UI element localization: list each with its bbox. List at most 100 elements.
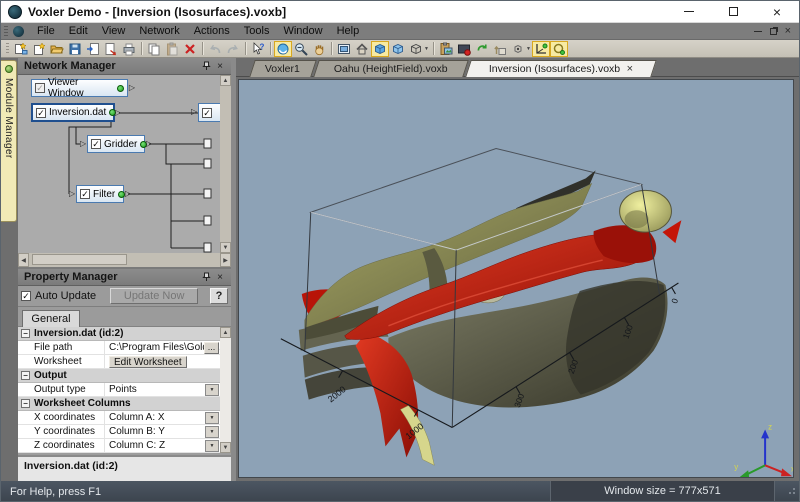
tab-voxler1[interactable]: Voxler1 <box>249 60 317 77</box>
maximize-button[interactable] <box>711 1 755 22</box>
chevron-down-icon[interactable]: ▼ <box>526 46 531 52</box>
scroll-down-button[interactable]: ▼ <box>220 442 231 453</box>
paste-button[interactable] <box>163 41 181 57</box>
tab-general[interactable]: General <box>22 310 80 327</box>
tab-close-icon[interactable]: × <box>627 65 633 74</box>
property-group[interactable]: − Inversion.dat (id:2) <box>18 327 231 341</box>
scroll-left-button[interactable]: ◀ <box>18 253 29 267</box>
property-value[interactable]: Column C: Z▼ <box>104 439 231 452</box>
scroll-down-button[interactable]: ▼ <box>220 242 231 253</box>
menu-edit[interactable]: Edit <box>62 23 95 39</box>
perspective-view-button[interactable] <box>371 41 389 57</box>
dropdown-icon[interactable]: ▼ <box>205 440 219 452</box>
menu-actions[interactable]: Actions <box>187 23 237 39</box>
toolbar-grip[interactable] <box>6 43 9 55</box>
pin-icon[interactable] <box>199 60 213 73</box>
export-button[interactable] <box>102 41 120 57</box>
output-port-icon[interactable]: ▷ <box>115 109 121 117</box>
horizontal-scrollbar[interactable] <box>29 253 220 267</box>
update-now-button[interactable]: Update Now <box>110 288 198 304</box>
pan-tool-button[interactable] <box>310 41 328 57</box>
input-port-icon[interactable]: ▷ <box>80 140 86 148</box>
zoom-extents-button[interactable] <box>335 41 353 57</box>
node-checkbox[interactable]: ✓ <box>36 108 46 118</box>
new-module-button[interactable] <box>30 41 48 57</box>
grid-scrollbar[interactable]: ▲ ▼ <box>220 327 231 453</box>
copy-image-button[interactable] <box>437 41 455 57</box>
output-port-icon[interactable]: ▷ <box>129 84 135 92</box>
print-button[interactable] <box>120 41 138 57</box>
home-view-button[interactable] <box>353 41 371 57</box>
minimize-button[interactable] <box>667 1 711 22</box>
dropdown-icon[interactable]: ▼ <box>205 384 219 396</box>
property-group[interactable]: − Output <box>18 369 231 383</box>
scroll-up-button[interactable]: ▲ <box>220 327 231 338</box>
node-gridder[interactable]: ▷ ✓ Gridder ▷ <box>87 135 145 153</box>
resize-grip[interactable] <box>785 484 797 499</box>
node-checkbox[interactable]: ✓ <box>91 139 101 149</box>
tab-inversion-isosurfaces[interactable]: Inversion (Isosurfaces).voxb× <box>465 60 657 77</box>
browse-button[interactable]: ... <box>204 342 219 354</box>
node-hidden-module[interactable]: ▷ ✓ <box>198 103 220 122</box>
node-checkbox[interactable]: ✓ <box>35 83 45 93</box>
open-button[interactable] <box>48 41 66 57</box>
menu-view[interactable]: View <box>95 23 133 39</box>
menu-tools[interactable]: Tools <box>237 23 277 39</box>
input-port-icon[interactable]: ▷ <box>191 108 197 116</box>
node-viewer-window[interactable]: ✓ Viewer Window ▷ <box>31 79 128 97</box>
node-checkbox[interactable]: ✓ <box>202 108 212 118</box>
redo-button[interactable] <box>224 41 242 57</box>
vertical-scrollbar[interactable] <box>220 86 231 242</box>
show-axes-button[interactable] <box>532 41 550 57</box>
copy-button[interactable] <box>145 41 163 57</box>
scroll-right-button[interactable]: ▶ <box>220 253 231 267</box>
node-checkbox[interactable]: ✓ <box>80 189 90 199</box>
output-port-icon[interactable]: ▷ <box>146 140 152 148</box>
close-button[interactable]: × <box>755 1 799 22</box>
property-value[interactable]: Column B: Y▼ <box>104 425 231 438</box>
edit-worksheet-button[interactable]: Edit Worksheet <box>109 356 187 368</box>
mdi-close-button[interactable]: × <box>785 27 791 35</box>
chevron-down-icon[interactable]: ▼ <box>424 46 429 52</box>
wireframe-view-button[interactable] <box>407 41 425 57</box>
close-icon[interactable]: × <box>213 60 227 73</box>
node-filter[interactable]: ▷ ✓ Filter ▷ <box>76 185 124 203</box>
mdi-restore-button[interactable] <box>770 28 777 35</box>
3d-viewport[interactable]: 2000 1000 300 200 100 0 x y z <box>238 79 794 478</box>
import-data-button[interactable] <box>84 41 102 57</box>
undo-button[interactable] <box>206 41 224 57</box>
property-value[interactable]: C:\Program Files\Golden...... <box>104 341 231 354</box>
menu-help[interactable]: Help <box>330 23 367 39</box>
orbit-mode-button[interactable] <box>550 41 568 57</box>
output-port-icon[interactable]: ▷ <box>125 190 131 198</box>
scroll-up-button[interactable]: ▲ <box>220 75 231 86</box>
help-pointer-button[interactable]: ? <box>249 41 267 57</box>
scrollbar-thumb[interactable] <box>32 254 127 265</box>
property-value[interactable]: Points▼ <box>104 383 231 396</box>
collapse-icon[interactable]: − <box>21 371 30 380</box>
node-inversion-dat[interactable]: ✓ Inversion.dat ▷ <box>31 103 115 122</box>
delete-button[interactable] <box>181 41 199 57</box>
dropdown-icon[interactable]: ▼ <box>205 426 219 438</box>
input-port-icon[interactable]: ▷ <box>69 190 75 198</box>
tab-module-manager[interactable]: Module Manager <box>1 60 17 222</box>
network-canvas[interactable]: ✓ Viewer Window ▷ ✓ Inversion.dat ▷ ▷ ✓ … <box>18 75 220 253</box>
close-icon[interactable]: × <box>213 271 227 284</box>
collapse-icon[interactable]: − <box>21 329 30 338</box>
rotate-view-button[interactable] <box>274 41 292 57</box>
tab-oahu-heightfield[interactable]: Oahu (HeightField).voxb <box>313 60 469 77</box>
property-group[interactable]: − Worksheet Columns <box>18 397 231 411</box>
render-image-button[interactable] <box>455 41 473 57</box>
menu-network[interactable]: Network <box>132 23 186 39</box>
refresh-modules-button[interactable] <box>473 41 491 57</box>
pin-icon[interactable] <box>199 271 213 284</box>
auto-update-checkbox[interactable]: ✓ <box>21 291 31 301</box>
dropdown-icon[interactable]: ▼ <box>205 412 219 424</box>
new-network-button[interactable] <box>12 41 30 57</box>
mdi-minimize-button[interactable] <box>754 31 762 32</box>
promote-module-button[interactable] <box>491 41 509 57</box>
toolbar-grip[interactable] <box>4 26 8 37</box>
probe-button[interactable] <box>509 41 527 57</box>
zoom-tool-button[interactable] <box>292 41 310 57</box>
collapse-icon[interactable]: − <box>21 399 30 408</box>
